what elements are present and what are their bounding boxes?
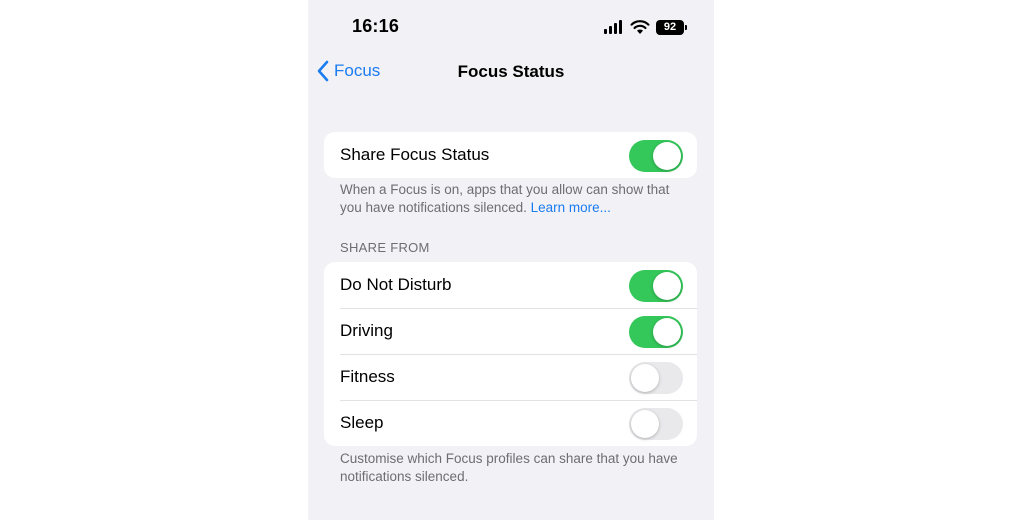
share-focus-footnote-text: When a Focus is on, apps that you allow … [340,182,670,215]
share-focus-row: Share Focus Status [324,132,697,178]
share-focus-label: Share Focus Status [340,145,490,164]
share-from-label: Do Not Disturb [340,275,452,294]
share-from-group: Do Not Disturb Driving Fitness Sleep [324,262,697,446]
page-title: Focus Status [457,62,565,81]
status-icons: 92 [604,18,687,36]
sleep-toggle[interactable] [629,408,683,440]
share-focus-footnote: When a Focus is on, apps that you allow … [340,181,680,217]
learn-more-link[interactable]: Learn more... [531,200,611,215]
fitness-toggle[interactable] [629,362,683,394]
share-from-label: Driving [340,321,393,340]
toggle-knob [653,142,681,170]
share-from-label: Fitness [340,367,395,386]
share-focus-group: Share Focus Status [324,132,697,178]
do-not-disturb-toggle[interactable] [629,270,683,302]
share-from-row-do-not-disturb: Do Not Disturb [324,262,697,308]
status-time: 16:16 [352,16,400,36]
cellular-signal-icon [604,20,624,34]
share-focus-toggle[interactable] [629,140,683,172]
share-from-header: SHARE FROM [340,240,430,255]
phone-screen: 16:16 92 Focus Focus Status Share Focus … [308,0,714,520]
share-from-footnote: Customise which Focus profiles can share… [340,451,678,484]
battery-icon: 92 [656,19,687,35]
share-from-label: Sleep [340,413,384,432]
share-from-row-driving: Driving [324,308,697,354]
share-from-row-sleep: Sleep [324,400,697,446]
toggle-knob [653,318,681,346]
wifi-icon [630,20,650,34]
share-from-row-fitness: Fitness [324,354,697,400]
toggle-knob [631,410,659,438]
toggle-knob [653,272,681,300]
toggle-knob [631,364,659,392]
driving-toggle[interactable] [629,316,683,348]
